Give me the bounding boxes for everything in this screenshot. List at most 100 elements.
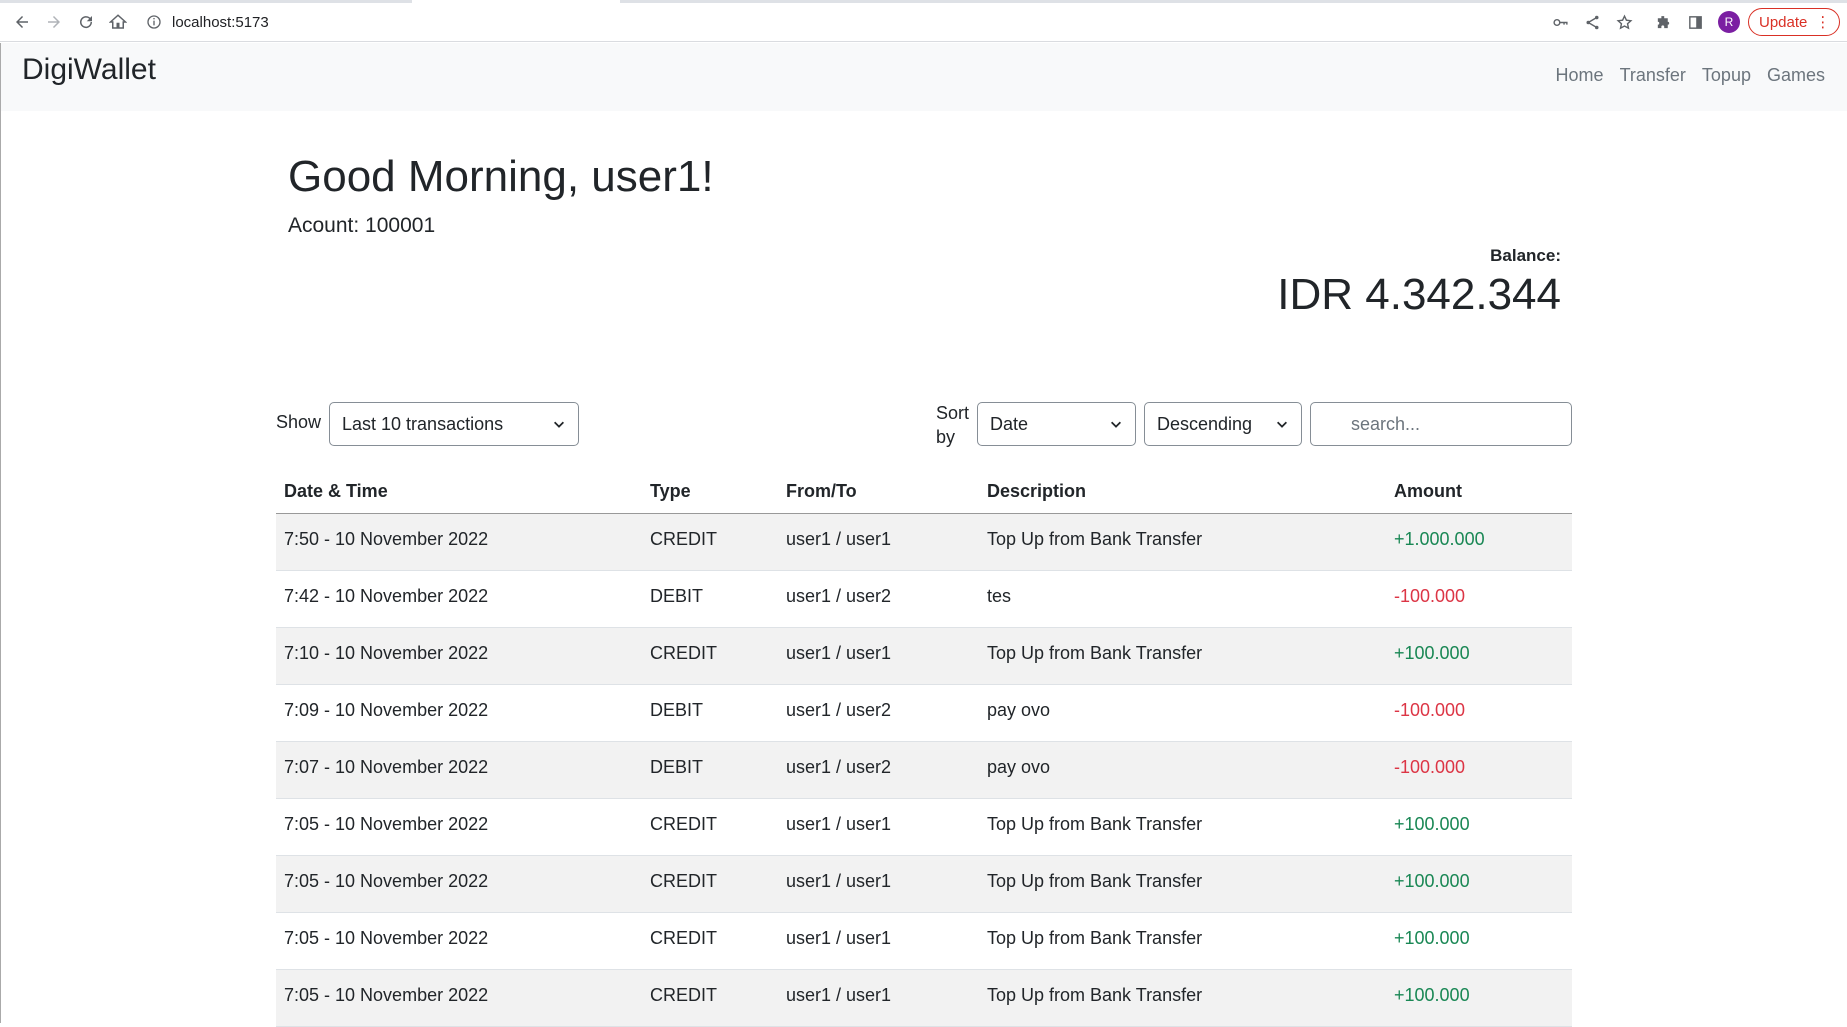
browser-tab[interactable] (0, 0, 412, 3)
chevron-down-icon (554, 421, 564, 428)
table-row: 7:09 - 10 November 2022 DEBIT user1 / us… (276, 685, 1572, 742)
transactions-table: Date & Time Type From/To Description Amo… (276, 470, 1572, 1027)
table-row: 7:50 - 10 November 2022 CREDIT user1 / u… (276, 514, 1572, 571)
cell-type: DEBIT (650, 757, 704, 777)
back-arrow-icon[interactable] (11, 11, 33, 33)
nav-link-topup[interactable]: Topup (1694, 65, 1759, 86)
nav-links: Home Transfer Topup Games (1548, 65, 1833, 86)
table-row: 7:10 - 10 November 2022 CREDIT user1 / u… (276, 628, 1572, 685)
share-icon[interactable] (1581, 11, 1603, 33)
cell-amount: +100.000 (1394, 643, 1470, 663)
sort-order-value: Descending (1157, 413, 1253, 434)
star-icon[interactable] (1613, 11, 1635, 33)
table-row: 7:05 - 10 November 2022 CREDIT user1 / u… (276, 799, 1572, 856)
cell-amount: -100.000 (1394, 757, 1466, 777)
sort-by-label: Sort by (936, 403, 970, 447)
cell-description: Top Up from Bank Transfer (987, 814, 1203, 834)
cell-date: 7:42 - 10 November 2022 (284, 586, 489, 606)
cell-type: CREDIT (650, 814, 717, 834)
cell-date: 7:07 - 10 November 2022 (284, 757, 489, 777)
table-row: 7:05 - 10 November 2022 CREDIT user1 / u… (276, 970, 1572, 1027)
sort-order-select[interactable]: Descending (1144, 402, 1302, 446)
update-label: Update (1759, 13, 1808, 31)
table-row: 7:07 - 10 November 2022 DEBIT user1 / us… (276, 742, 1572, 799)
home-icon[interactable] (107, 11, 129, 33)
cell-type: CREDIT (650, 643, 717, 663)
cell-type: CREDIT (650, 928, 717, 948)
cell-from-to: user1 / user2 (786, 757, 892, 777)
cell-type: DEBIT (650, 700, 704, 720)
header-from-to: From/To (786, 481, 857, 501)
cell-date: 7:05 - 10 November 2022 (284, 985, 489, 1005)
table-row: 7:42 - 10 November 2022 DEBIT user1 / us… (276, 571, 1572, 628)
cell-type: CREDIT (650, 985, 717, 1005)
reload-icon[interactable] (75, 11, 97, 33)
cell-amount: +100.000 (1394, 871, 1470, 891)
table-header: Date & Time Type From/To Description Amo… (276, 470, 1572, 514)
url-text[interactable]: localhost:5173 (172, 14, 269, 31)
cell-date: 7:05 - 10 November 2022 (284, 871, 489, 891)
show-select-value: Last 10 transactions (342, 413, 504, 434)
chevron-down-icon (1111, 421, 1121, 428)
cell-amount: -100.000 (1394, 586, 1466, 606)
key-icon[interactable] (1549, 11, 1571, 33)
sort-field-value: Date (990, 413, 1029, 434)
forward-arrow-icon[interactable] (43, 11, 65, 33)
address-bar[interactable]: localhost:5173 (146, 9, 269, 35)
cell-type: DEBIT (650, 586, 704, 606)
app-navbar: DigiWallet Home Transfer Topup Games (1, 43, 1847, 111)
profile-avatar[interactable]: R (1718, 11, 1740, 33)
balance-label: Balance: (1490, 246, 1561, 265)
cell-description: Top Up from Bank Transfer (987, 985, 1203, 1005)
update-button[interactable]: Update ⋮ (1748, 8, 1840, 36)
cell-amount: +100.000 (1394, 985, 1470, 1005)
sort-field-select[interactable]: Date (977, 402, 1136, 446)
cell-amount: -100.000 (1394, 700, 1466, 720)
info-icon[interactable] (146, 14, 162, 30)
cell-date: 7:50 - 10 November 2022 (284, 529, 489, 549)
header-amount: Amount (1394, 481, 1462, 501)
cell-date: 7:10 - 10 November 2022 (284, 643, 489, 663)
avatar-letter: R (1724, 15, 1734, 29)
cell-from-to: user1 / user1 (786, 928, 892, 948)
cell-description: Top Up from Bank Transfer (987, 871, 1203, 891)
header-description: Description (987, 481, 1087, 501)
header-date-time: Date & Time (284, 481, 388, 501)
browser-tab[interactable] (620, 0, 1847, 3)
header-type: Type (650, 481, 691, 501)
cell-description: Top Up from Bank Transfer (987, 643, 1203, 663)
cell-amount: +1.000.000 (1394, 529, 1485, 549)
cell-description: tes (987, 586, 1012, 606)
greeting-title: Good Morning, user1! (288, 152, 714, 201)
balance-value: IDR 4.342.344 (1277, 270, 1561, 319)
browser-toolbar: localhost:5173 R Update ⋮ (0, 0, 1847, 42)
chevron-down-icon (1277, 421, 1287, 428)
cell-amount: +100.000 (1394, 928, 1470, 948)
cell-from-to: user1 / user1 (786, 643, 892, 663)
cell-date: 7:05 - 10 November 2022 (284, 928, 489, 948)
cell-from-to: user1 / user1 (786, 871, 892, 891)
cell-description: pay ovo (987, 700, 1051, 720)
cell-description: pay ovo (987, 757, 1051, 777)
cell-description: Top Up from Bank Transfer (987, 928, 1203, 948)
show-label: Show (276, 412, 322, 432)
account-number: Acount: 100001 (288, 214, 436, 237)
search-input[interactable] (1310, 402, 1572, 446)
nav-link-home[interactable]: Home (1548, 65, 1612, 86)
nav-link-transfer[interactable]: Transfer (1612, 65, 1694, 86)
cell-date: 7:09 - 10 November 2022 (284, 700, 489, 720)
table-row: 7:05 - 10 November 2022 CREDIT user1 / u… (276, 913, 1572, 970)
cell-from-to: user1 / user1 (786, 529, 892, 549)
brand-logo[interactable]: DigiWallet (22, 53, 156, 87)
extensions-icon[interactable] (1652, 11, 1674, 33)
side-panel-icon[interactable] (1684, 11, 1706, 33)
cell-description: Top Up from Bank Transfer (987, 529, 1203, 549)
cell-type: CREDIT (650, 871, 717, 891)
show-select[interactable]: Last 10 transactions (329, 402, 579, 446)
nav-link-games[interactable]: Games (1759, 65, 1833, 86)
cell-amount: +100.000 (1394, 814, 1470, 834)
cell-type: CREDIT (650, 529, 717, 549)
cell-date: 7:05 - 10 November 2022 (284, 814, 489, 834)
cell-from-to: user1 / user2 (786, 586, 892, 606)
window-edge (0, 43, 1, 1023)
